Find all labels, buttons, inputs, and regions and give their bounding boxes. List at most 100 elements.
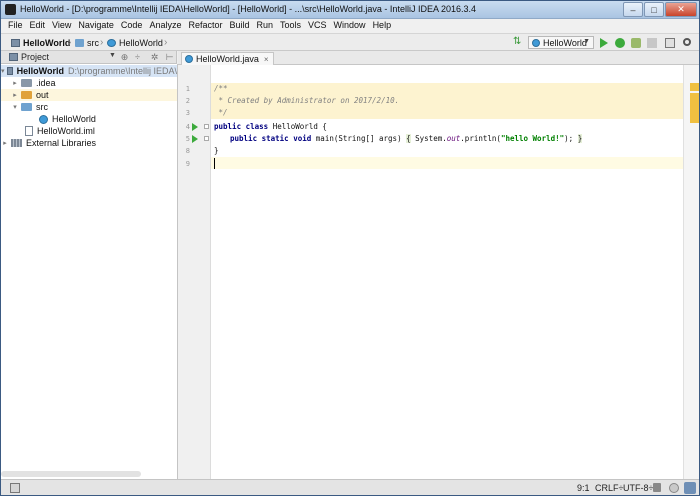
inspection-marker[interactable] [690,83,699,91]
gear-icon[interactable]: ✲ [150,53,159,62]
tree-item-path: D:\programme\Intellij IEDA\ [67,66,177,76]
iml-file-icon [25,126,33,136]
folder-icon [75,39,84,47]
tree-item-idea[interactable]: ▸ .idea [1,77,177,89]
project-pane-header: Project ▼ ⊕ ÷ ✲ ⊢ [1,51,177,64]
tree-item-label: External Libraries [26,138,97,148]
fold-icon[interactable] [204,124,209,129]
scroll-from-source-icon[interactable]: ⊕ [120,53,129,62]
stop-icon[interactable] [647,38,657,48]
code-line-1: /** [214,84,228,93]
line-number: 3 [185,109,190,117]
tree-item-label: HelloWorld.iml [37,126,95,136]
lock-icon[interactable] [653,483,661,492]
menu-vcs[interactable]: VCS [305,19,330,33]
minimize-button[interactable]: – [623,2,643,17]
menu-window[interactable]: Window [331,19,369,33]
menu-bar: File Edit View Navigate Code Analyze Ref… [1,19,699,33]
maximize-button[interactable]: □ [644,2,664,17]
project-structure-icon[interactable] [665,38,675,48]
file-encoding[interactable]: UTF-8÷ [623,483,653,493]
caret-position[interactable]: 9:1 [577,483,590,493]
title-bar: HelloWorld - [D:\programme\Intellij IEDA… [1,1,699,19]
breadcrumb-project[interactable]: HelloWorld [11,38,70,48]
code-line-3: */ [214,108,228,117]
fold-icon[interactable] [204,136,209,141]
horizontal-scrollbar[interactable] [1,471,141,477]
menu-build[interactable]: Build [226,19,252,33]
code-text: ); [564,134,578,143]
menu-help[interactable]: Help [370,19,395,33]
breadcrumb-separator: › [100,37,104,48]
project-icon [9,53,18,61]
brace-close: } [577,134,583,143]
expand-arrow-icon[interactable]: ▾ [11,103,19,111]
event-log-icon[interactable] [684,482,696,494]
breadcrumb-label: HelloWorld [23,38,71,48]
menu-file[interactable]: File [5,19,26,33]
tree-item-label: src [36,102,48,112]
tree-item-helloworld-class[interactable]: HelloWorld [1,113,177,125]
breadcrumb-class[interactable]: HelloWorld [107,38,163,48]
run-gutter-icon[interactable] [192,135,198,143]
project-pane-title[interactable]: Project [21,52,49,62]
menu-run[interactable]: Run [254,19,277,33]
run-gutter-icon[interactable] [192,123,198,131]
close-button[interactable]: ✕ [665,2,697,17]
debug-icon[interactable] [615,38,625,48]
tree-item-label: .idea [36,78,56,88]
code-editor[interactable]: 1 2 3 4 5 8 9 /** * Created by Administr… [178,65,699,479]
line-number: 9 [185,160,190,168]
field-out: out [446,134,461,143]
close-tab-icon[interactable]: × [264,55,269,64]
expand-arrow-icon[interactable]: ▸ [1,139,9,147]
tab-helloworld-java[interactable]: HelloWorld.java × [181,52,274,65]
search-icon[interactable] [683,38,691,46]
tree-item-project-root[interactable]: ▾ HelloWorld D:\programme\Intellij IEDA\ [1,65,177,77]
tree-item-label: HelloWorld [16,66,64,76]
warning-marker[interactable] [690,93,699,123]
menu-tools[interactable]: Tools [277,19,304,33]
tree-item-src[interactable]: ▾ src [1,101,177,113]
folder-icon [21,103,32,111]
line-number: 8 [185,147,190,155]
ide-window: HelloWorld - [D:\programme\Intellij IEDA… [0,0,700,496]
breadcrumb-separator: › [164,37,168,48]
menu-refactor[interactable]: Refactor [185,19,225,33]
menu-edit[interactable]: Edit [27,19,49,33]
tree-item-iml[interactable]: HelloWorld.iml [1,125,177,137]
expand-arrow-icon[interactable]: ▾ [1,67,5,75]
collapse-all-icon[interactable]: ÷ [133,53,142,62]
chevron-down-icon[interactable]: ▼ [109,52,116,59]
expand-arrow-icon[interactable]: ▸ [11,79,19,87]
text-cursor [214,158,215,169]
run-icon[interactable] [600,38,608,48]
tree-item-out[interactable]: ▸ out [1,89,177,101]
menu-navigate[interactable]: Navigate [75,19,117,33]
intellij-app-icon [5,4,16,15]
menu-code[interactable]: Code [118,19,146,33]
project-tree: ▾ HelloWorld D:\programme\Intellij IEDA\… [1,64,178,479]
code-text: main(String[] args) [311,134,407,143]
project-icon [6,67,13,75]
folder-icon [21,91,32,99]
line-number: 1 [185,85,190,93]
menu-analyze[interactable]: Analyze [146,19,184,33]
expand-arrow-icon[interactable]: ▸ [11,91,19,99]
vcs-update-icon[interactable]: ⇅ [513,36,523,47]
error-stripe[interactable] [683,65,699,479]
code-text: HelloWorld { [268,122,327,131]
breadcrumb-separator: › [68,37,72,48]
hide-pane-icon[interactable]: ⊢ [165,53,174,62]
breadcrumb-src[interactable]: src [75,38,99,48]
editor-tab-bar: HelloWorld.java × [178,51,699,65]
tree-item-external-libraries[interactable]: ▸ External Libraries [1,137,177,149]
run-configuration-select[interactable]: HelloWorld ▼ [528,36,594,49]
menu-view[interactable]: View [49,19,74,33]
line-separator[interactable]: CRLF÷ [595,483,623,493]
navigation-bar: HelloWorld › src › HelloWorld › ⇅ HelloW… [1,33,699,51]
tool-windows-icon[interactable] [10,483,20,493]
hector-inspector-icon[interactable] [669,483,679,493]
coverage-icon[interactable] [631,38,641,48]
editor-gutter: 1 2 3 4 5 8 9 [178,65,211,479]
